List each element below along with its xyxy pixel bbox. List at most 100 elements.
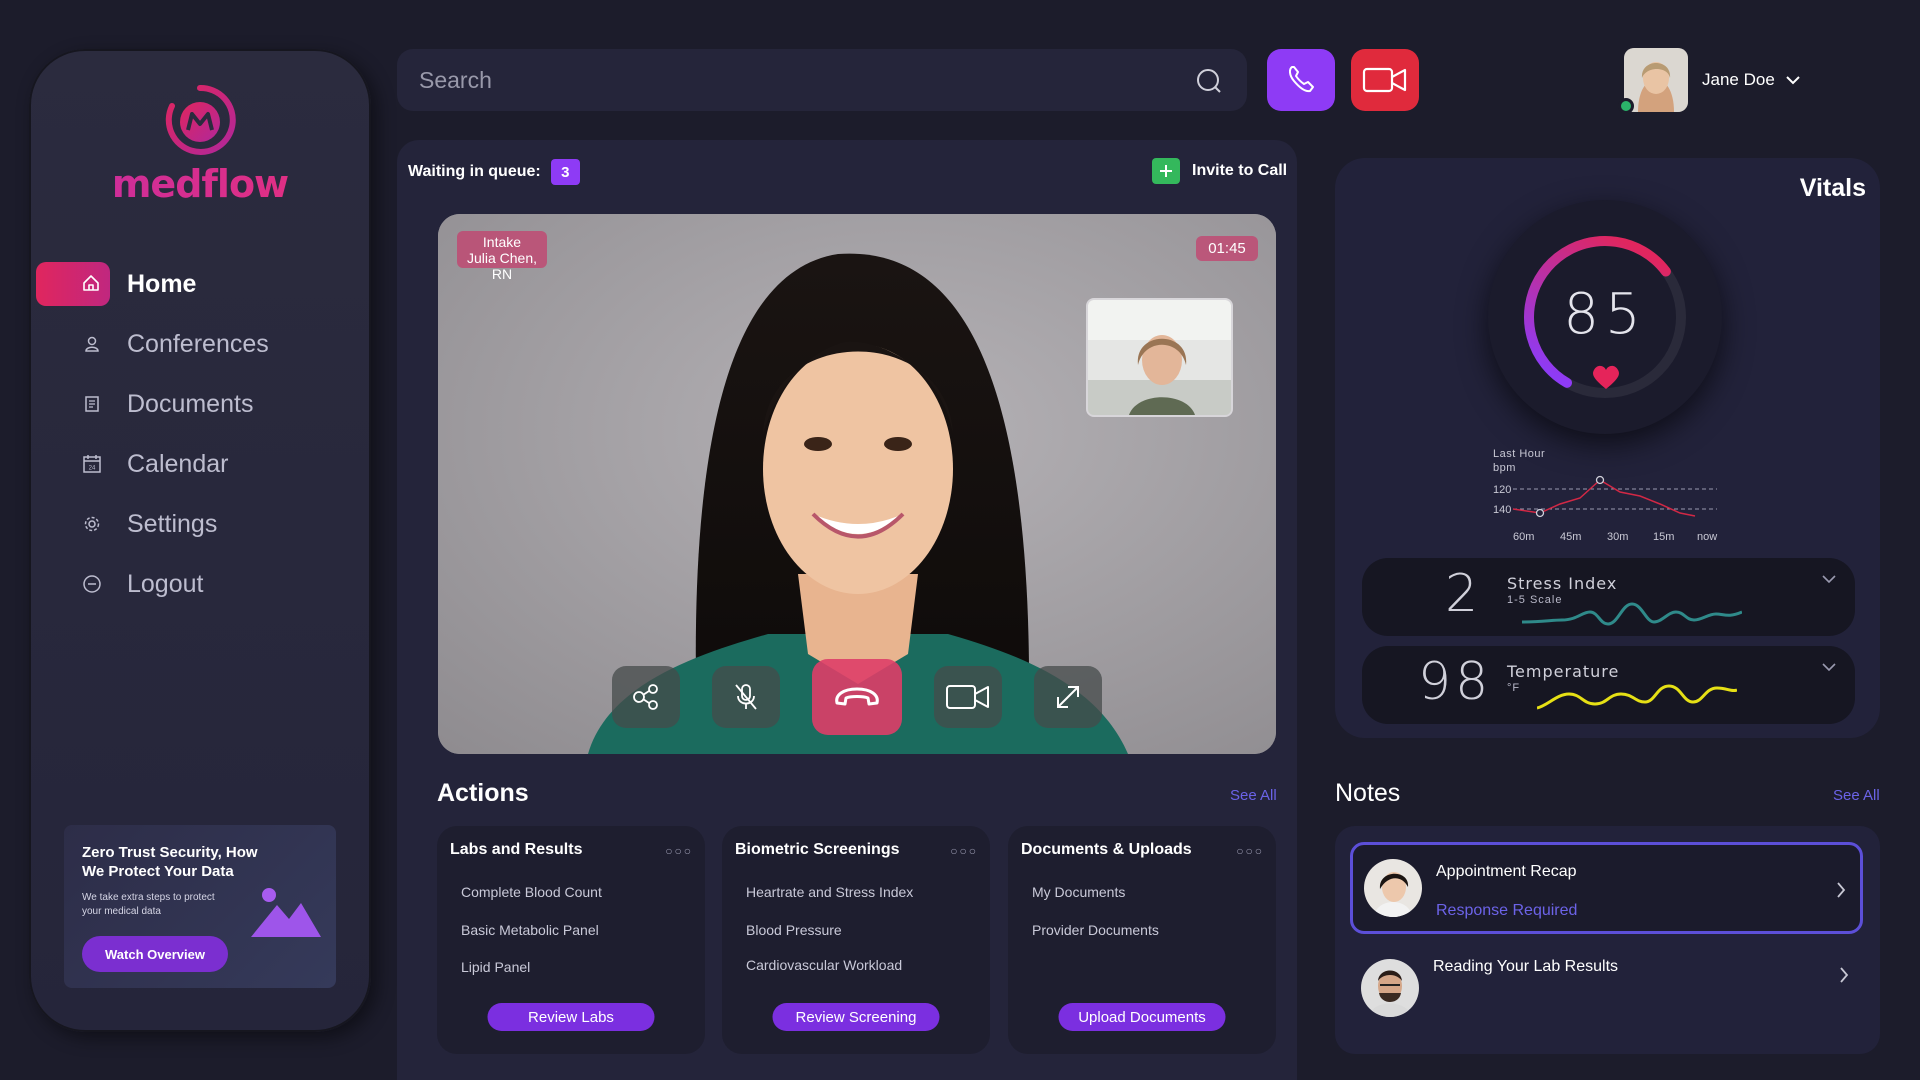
share-button[interactable] (612, 666, 680, 728)
card-list-item[interactable]: Heartrate and Stress Index (746, 884, 913, 900)
upload-documents-button[interactable]: Upload Documents (1058, 1003, 1226, 1031)
sidebar-nav: Home Conferences Documents 24 Calendar S… (29, 254, 371, 614)
sidebar-item-label: Home (127, 269, 197, 298)
sidebar-item-home[interactable]: Home (29, 254, 371, 314)
sidebar-item-label: Documents (127, 389, 254, 418)
queue-label: Waiting in queue: (408, 163, 541, 180)
stress-label: Stress Index (1507, 574, 1618, 593)
vitals-title: Vitals (1799, 174, 1866, 202)
mute-button[interactable] (712, 666, 780, 728)
stress-sparkline (1522, 602, 1742, 626)
invite-to-call-button[interactable]: Invite to Call (1152, 158, 1287, 184)
user-name: Jane Doe (1702, 70, 1775, 89)
sidebar-item-settings[interactable]: Settings (29, 494, 371, 554)
calendar-icon-day: 24 (89, 466, 96, 472)
self-view-image (1088, 300, 1231, 415)
sidebar-item-label: Conferences (127, 329, 269, 358)
promo-body: We take extra steps to protect your medi… (82, 892, 215, 917)
notes-see-all-link[interactable]: See All (1833, 787, 1880, 804)
card-list-item[interactable]: Blood Pressure (746, 922, 842, 938)
online-status-dot (1618, 98, 1634, 114)
sidebar-item-label: Logout (127, 569, 204, 598)
card-list-item[interactable]: My Documents (1032, 884, 1125, 900)
card-list-item[interactable]: Cardiovascular Workload (746, 957, 902, 973)
note-title: Reading Your Lab Results (1433, 958, 1619, 975)
labs-results-card: Labs and Results ○○○ Complete Blood Coun… (437, 826, 705, 1054)
end-call-button[interactable] (812, 659, 902, 735)
heart-rate-gauge: 85 (1488, 200, 1722, 434)
review-screening-button[interactable]: Review Screening (772, 1003, 940, 1031)
queue-status: Waiting in queue: 3 (408, 159, 580, 185)
search-icon[interactable] (1195, 67, 1223, 95)
actions-title: Actions (437, 779, 529, 807)
video-camera-icon (946, 685, 989, 709)
card-list-item[interactable]: Basic Metabolic Panel (461, 922, 599, 938)
sidebar-item-conferences[interactable]: Conferences (29, 314, 371, 374)
self-view-video[interactable] (1086, 298, 1233, 417)
video-camera-icon (1362, 67, 1407, 93)
sidebar-item-logout[interactable]: Logout (29, 554, 371, 614)
audio-call-button[interactable] (1267, 49, 1335, 111)
temperature-sparkline (1537, 684, 1737, 710)
caller-role: Intake (482, 234, 522, 250)
stress-index-row[interactable]: 2 Stress Index 1-5 Scale (1362, 558, 1855, 636)
brand-name: medflow (29, 162, 371, 206)
search-bar (397, 49, 1247, 111)
hr-y-tick: 140 (1493, 504, 1511, 516)
more-options-icon[interactable]: ○○○ (665, 844, 693, 858)
sidebar-item-label: Settings (127, 509, 218, 538)
logout-icon (83, 575, 101, 593)
camera-toggle-button[interactable] (934, 666, 1002, 728)
temperature-unit: °F (1507, 682, 1521, 694)
queue-count-badge: 3 (550, 159, 580, 185)
stress-value: 2 (1445, 564, 1483, 624)
phone-icon (1288, 66, 1314, 93)
home-icon (83, 275, 99, 291)
note-item-lab-results[interactable]: Reading Your Lab Results (1350, 938, 1863, 1030)
card-title: Labs and Results (450, 841, 583, 858)
documents-uploads-card: Documents & Uploads ○○○ My Documents Pro… (1008, 826, 1276, 1054)
temperature-row[interactable]: 98 Temperature °F (1362, 646, 1855, 724)
medflow-logo[interactable]: medflow (29, 84, 371, 206)
hr-x-tick: 45m (1560, 531, 1581, 543)
note-item-appointment-recap[interactable]: Appointment Recap Response Required (1350, 842, 1863, 934)
user-icon (85, 336, 99, 352)
call-timer: 01:45 (1196, 236, 1258, 261)
sidebar-item-calendar[interactable]: 24 Calendar (29, 434, 371, 494)
card-list-item[interactable]: Complete Blood Count (461, 884, 602, 900)
more-options-icon[interactable]: ○○○ (1236, 844, 1264, 858)
gear-icon (84, 516, 100, 532)
vitals-panel: Vitals 85 Last Hour bpm 120 140 60m 45m … (1335, 158, 1880, 738)
invite-label: Invite to Call (1192, 162, 1288, 179)
caller-tag: Intake Julia Chen, RN (457, 231, 547, 282)
heart-rate-sparkline: 120 140 60m 45m 30m 15m now (1493, 475, 1717, 543)
temperature-label: Temperature (1507, 662, 1620, 681)
user-menu[interactable]: Jane Doe (1618, 48, 1801, 114)
avatar (1361, 959, 1419, 1017)
card-list-item[interactable]: Lipid Panel (461, 959, 530, 975)
mountain-illustration-icon (251, 888, 321, 937)
search-input[interactable] (419, 49, 1179, 111)
security-promo-card: Zero Trust Security, How We Protect Your… (64, 825, 336, 988)
fullscreen-button[interactable] (1034, 666, 1102, 728)
watch-overview-button[interactable]: Watch Overview (82, 936, 228, 972)
chevron-right-icon (1837, 882, 1846, 898)
user-avatar (1624, 48, 1688, 112)
chevron-right-icon (1840, 967, 1849, 983)
heart-rate-value: 85 (1563, 282, 1647, 347)
heart-icon (1593, 365, 1619, 389)
card-title: Documents & Uploads (1021, 841, 1192, 858)
more-options-icon[interactable]: ○○○ (950, 844, 978, 858)
caller-name: Julia Chen, RN (466, 250, 538, 282)
biometric-screenings-card: Biometric Screenings ○○○ Heartrate and S… (722, 826, 990, 1054)
sidebar-item-documents[interactable]: Documents (29, 374, 371, 434)
hr-x-tick: 30m (1607, 531, 1628, 543)
hr-x-tick: 15m (1653, 531, 1674, 543)
actions-see-all-link[interactable]: See All (1230, 787, 1277, 804)
video-call-button[interactable] (1351, 49, 1419, 111)
notes-title: Notes (1335, 779, 1401, 807)
card-list-item[interactable]: Provider Documents (1032, 922, 1159, 938)
chevron-down-icon (1822, 663, 1836, 672)
hr-x-tick: 60m (1513, 531, 1534, 543)
review-labs-button[interactable]: Review Labs (487, 1003, 655, 1031)
